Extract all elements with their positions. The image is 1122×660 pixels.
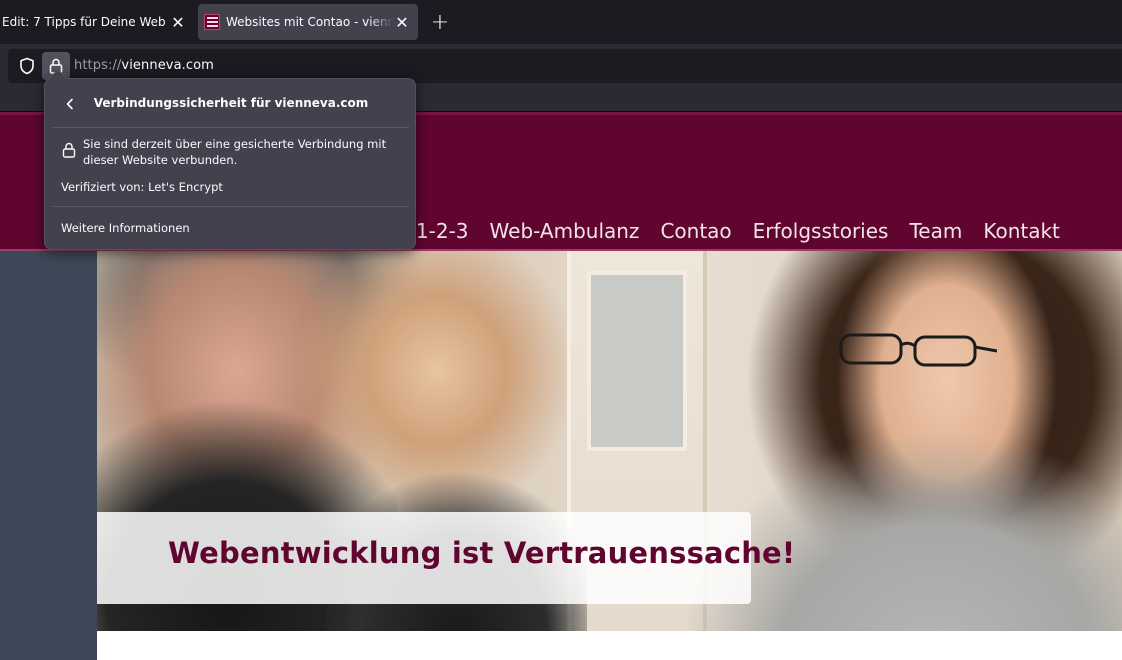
person-woman-curly (687, 431, 1122, 631)
nav-item-kontakt[interactable]: Kontakt (983, 219, 1060, 249)
close-icon[interactable]: ✕ (166, 4, 190, 40)
url-scheme: https:// (74, 58, 122, 73)
new-tab-button[interactable]: + (426, 8, 454, 36)
divider (53, 206, 409, 207)
tab-vienneva[interactable]: Websites mit Contao - vienneva.com ✕ (198, 4, 418, 40)
tab-title: Websites mit Contao - vienneva.com (226, 15, 394, 29)
hero-caption-box: Webentwicklung ist Vertrauenssache! (97, 512, 795, 604)
main-navigation: b-1-2-3 Web-Ambulanz Contao Erfolgsstori… (396, 219, 1081, 249)
secure-connection-message: Sie sind derzeit über eine gesicherte Ve… (83, 137, 387, 167)
hero-caption: Webentwicklung ist Vertrauenssache! (168, 536, 796, 570)
tab-strip: Edit: 7 Tipps für Deine Website ✕ Websit… (0, 0, 1122, 44)
url-text[interactable]: https://vienneva.com (74, 58, 214, 73)
lock-icon (62, 142, 76, 158)
more-information-link[interactable]: Weitere Informationen (61, 221, 190, 235)
vienneva-favicon-icon (204, 14, 220, 30)
tracking-protection-shield-icon[interactable] (18, 57, 36, 75)
tab-edit-tips[interactable]: Edit: 7 Tipps für Deine Website ✕ (0, 4, 192, 40)
glasses-shape (839, 333, 997, 367)
connection-security-panel: Verbindungssicherheit für vienneva.com S… (44, 69, 416, 250)
tab-title: Edit: 7 Tipps für Deine Website (2, 15, 166, 29)
verified-by-text: Verifiziert von: Let's Encrypt (61, 180, 223, 194)
url-host: vienneva.com (121, 58, 214, 73)
nav-item-erfolgsstories[interactable]: Erfolgsstories (753, 219, 889, 249)
close-icon[interactable]: ✕ (390, 4, 414, 40)
nav-item-team[interactable]: Team (909, 219, 962, 249)
nav-item-web-ambulanz[interactable]: Web-Ambulanz (490, 219, 640, 249)
page-sidebar (0, 251, 97, 660)
divider (53, 127, 409, 128)
panel-title: Verbindungssicherheit für vienneva.com (93, 96, 369, 110)
nav-item-contao[interactable]: Contao (660, 219, 731, 249)
